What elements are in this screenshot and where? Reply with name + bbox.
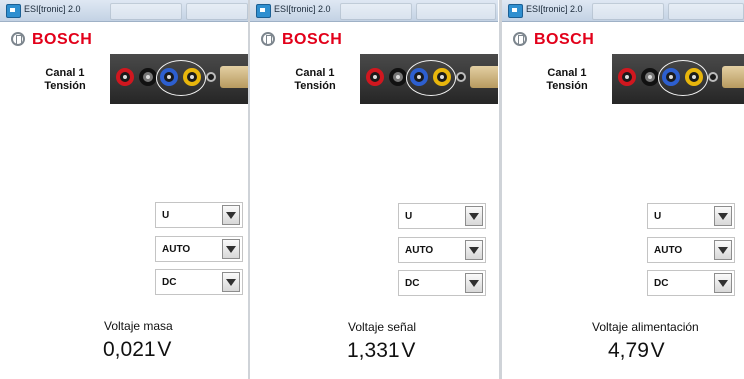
window-titlebar[interactable]: ESI[tronic] 2.0 — [0, 0, 248, 22]
range-value: AUTO — [405, 245, 434, 256]
channel-label: Canal 1 Tensión — [532, 67, 602, 93]
measurement-unit: V — [650, 339, 665, 362]
small-jack-icon — [708, 72, 718, 82]
window-title: ESI[tronic] 2.0 — [526, 4, 583, 14]
background-tab — [186, 3, 248, 20]
chevron-down-icon[interactable] — [222, 239, 240, 259]
measurement-value: 0,021 — [103, 338, 156, 361]
panel-supply-voltage: ESI[tronic] 2.0 BOSCH Canal 1 Tensión U … — [502, 0, 744, 379]
probe-connector-image — [612, 54, 744, 104]
black-jack-icon — [139, 68, 157, 86]
measurement-readout: 0,021 V — [103, 338, 171, 362]
red-jack-icon — [116, 68, 134, 86]
multipin-connector-icon — [470, 66, 498, 88]
chevron-down-icon[interactable] — [714, 240, 732, 260]
app-icon — [508, 4, 523, 18]
background-tab — [592, 3, 664, 20]
small-jack-icon — [206, 72, 216, 82]
app-icon — [256, 4, 271, 18]
coupling-select[interactable]: DC — [398, 270, 486, 296]
background-tab — [340, 3, 412, 20]
chevron-down-icon[interactable] — [714, 206, 732, 226]
probe-connector-image — [110, 54, 248, 104]
coupling-value: DC — [162, 277, 177, 288]
window-title: ESI[tronic] 2.0 — [274, 4, 331, 14]
channel-number: Canal 1 — [45, 67, 85, 79]
channel-mode: Tensión — [546, 80, 588, 92]
bosch-logo-icon — [11, 32, 25, 46]
window-titlebar[interactable]: ESI[tronic] 2.0 — [502, 0, 744, 22]
red-jack-icon — [618, 68, 636, 86]
measurement-unit: V — [157, 338, 172, 361]
measurement-readout: 1,331 V — [347, 339, 415, 363]
bosch-logo-icon — [261, 32, 275, 46]
chevron-down-icon[interactable] — [465, 240, 483, 260]
channel-label: Canal 1 Tensión — [30, 67, 100, 93]
channel-label: Canal 1 Tensión — [280, 67, 350, 93]
small-jack-icon — [456, 72, 466, 82]
channel-number: Canal 1 — [547, 67, 587, 79]
black-jack-icon — [641, 68, 659, 86]
measurement-label: Voltaje señal — [348, 320, 417, 334]
coupling-select[interactable]: DC — [155, 269, 243, 295]
range-value: AUTO — [162, 244, 191, 255]
measurement-value: 4,79 — [608, 339, 649, 362]
measurement-unit: V — [401, 339, 416, 362]
app-icon — [6, 4, 21, 18]
highlight-ring — [156, 60, 206, 96]
panel-ground-voltage: ESI[tronic] 2.0 BOSCH Canal 1 Tensión U … — [0, 0, 248, 379]
window-title: ESI[tronic] 2.0 — [24, 4, 81, 14]
quantity-select[interactable]: U — [155, 202, 243, 228]
range-select[interactable]: AUTO — [398, 237, 486, 263]
channel-mode: Tensión — [44, 80, 86, 92]
chevron-down-icon[interactable] — [714, 273, 732, 293]
red-jack-icon — [366, 68, 384, 86]
chevron-down-icon[interactable] — [465, 273, 483, 293]
range-value: AUTO — [654, 245, 683, 256]
coupling-value: DC — [405, 278, 420, 289]
quantity-value: U — [405, 211, 413, 222]
chevron-down-icon[interactable] — [465, 206, 483, 226]
multipin-connector-icon — [220, 66, 248, 88]
measurement-label: Voltaje alimentación — [592, 320, 699, 334]
channel-number: Canal 1 — [295, 67, 335, 79]
panel-signal-voltage: ESI[tronic] 2.0 BOSCH Canal 1 Tensión U … — [250, 0, 498, 379]
quantity-select[interactable]: U — [398, 203, 486, 229]
coupling-select[interactable]: DC — [647, 270, 735, 296]
measurement-readout: 4,79 V — [608, 339, 665, 363]
black-jack-icon — [389, 68, 407, 86]
range-select[interactable]: AUTO — [647, 237, 735, 263]
window-titlebar[interactable]: ESI[tronic] 2.0 — [250, 0, 498, 22]
chevron-down-icon[interactable] — [222, 205, 240, 225]
quantity-value: U — [654, 211, 662, 222]
background-tab — [416, 3, 496, 20]
chevron-down-icon[interactable] — [222, 272, 240, 292]
background-tab — [110, 3, 182, 20]
channel-mode: Tensión — [294, 80, 336, 92]
range-select[interactable]: AUTO — [155, 236, 243, 262]
highlight-ring — [406, 60, 456, 96]
highlight-ring — [658, 60, 708, 96]
measurement-value: 1,331 — [347, 339, 400, 362]
quantity-select[interactable]: U — [647, 203, 735, 229]
brand-name: BOSCH — [282, 31, 343, 48]
bosch-logo-icon — [513, 32, 527, 46]
probe-connector-image — [360, 54, 498, 104]
coupling-value: DC — [654, 278, 669, 289]
quantity-value: U — [162, 210, 170, 221]
background-tab — [668, 3, 744, 20]
brand-name: BOSCH — [534, 31, 595, 48]
brand-name: BOSCH — [32, 31, 93, 48]
multipin-connector-icon — [722, 66, 744, 88]
measurement-label: Voltaje masa — [104, 319, 173, 333]
